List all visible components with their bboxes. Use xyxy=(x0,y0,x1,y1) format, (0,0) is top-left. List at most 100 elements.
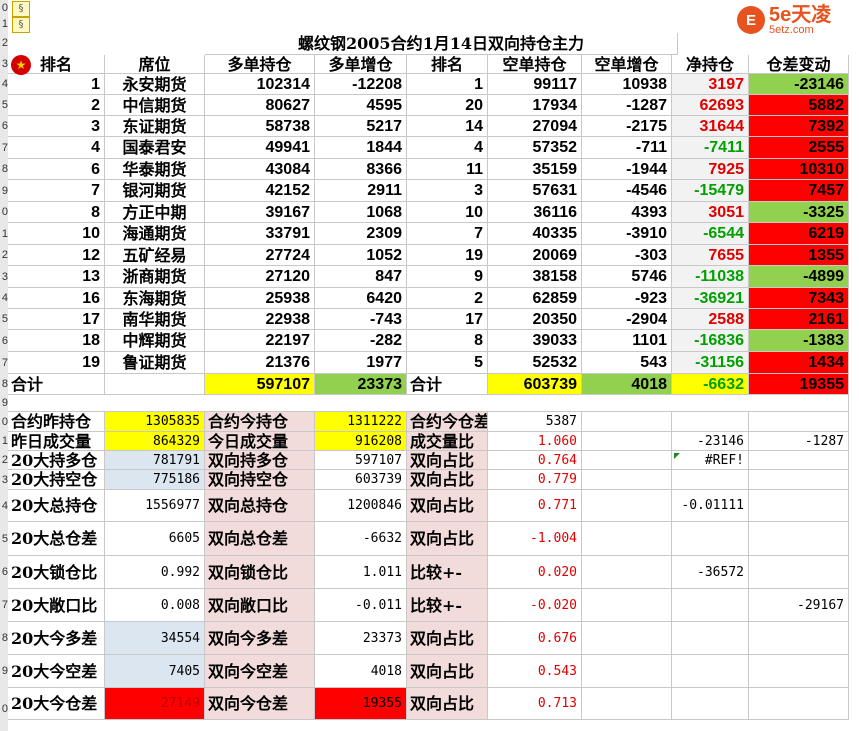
table-cell-srank[interactable]: 1 xyxy=(407,74,488,95)
column-header[interactable]: 多单持仓 xyxy=(205,55,315,74)
stat-extra-1[interactable] xyxy=(652,470,749,490)
stat-extra-1[interactable] xyxy=(652,589,749,622)
table-cell-long[interactable]: 33791 xyxy=(205,223,315,245)
column-header[interactable]: 空单持仓 xyxy=(488,55,582,74)
table-cell-rank[interactable]: 13 xyxy=(8,266,105,288)
table-cell-long_chg[interactable]: 4595 xyxy=(315,95,407,116)
stat-extra-2[interactable] xyxy=(749,655,849,688)
table-cell-srank[interactable]: 2 xyxy=(407,288,488,309)
table-cell-net[interactable]: 7655 xyxy=(672,245,749,266)
table-cell-long_chg[interactable]: 5217 xyxy=(315,116,407,137)
stat-value-c[interactable]: 0.779 xyxy=(488,470,582,490)
table-cell-seat[interactable]: 中信期货 xyxy=(105,95,205,116)
table-cell-short[interactable]: 57631 xyxy=(488,180,582,202)
table-cell-short_chg[interactable]: -2904 xyxy=(582,309,672,330)
stat-value-c[interactable]: -0.020 xyxy=(488,589,582,622)
table-cell-diff[interactable]: -4899 xyxy=(749,266,849,288)
table-cell-long[interactable]: 27724 xyxy=(205,245,315,266)
table-cell-short[interactable]: 52532 xyxy=(488,352,582,374)
table-cell-long[interactable]: 39167 xyxy=(205,202,315,223)
stat-value-a[interactable]: 1556977 xyxy=(105,490,205,522)
stat-extra-2[interactable] xyxy=(749,556,849,589)
table-cell-short[interactable]: 39033 xyxy=(488,330,582,352)
table-cell-long_chg[interactable]: -743 xyxy=(315,309,407,330)
table-cell-seat[interactable]: 华泰期货 xyxy=(105,159,205,180)
stat-extra-1[interactable] xyxy=(652,655,749,688)
stat-value-b[interactable]: 597107 xyxy=(315,451,407,470)
stat-label-c[interactable]: 双向占比 xyxy=(407,451,488,470)
stat-value-b[interactable]: 1311222 xyxy=(315,412,407,432)
table-cell-long[interactable]: 80627 xyxy=(205,95,315,116)
stat-value-c[interactable]: 0.020 xyxy=(488,556,582,589)
stat-label-b[interactable]: 双向持空仓 xyxy=(205,470,315,490)
table-cell-long_chg[interactable]: 1844 xyxy=(315,137,407,159)
table-cell-short_chg[interactable]: -4546 xyxy=(582,180,672,202)
table-cell-short[interactable]: 57352 xyxy=(488,137,582,159)
table-cell-srank[interactable]: 5 xyxy=(407,352,488,374)
stat-label-a[interactable]: 20大敞口比 xyxy=(8,589,105,622)
stat-label-c[interactable]: 双向占比 xyxy=(407,470,488,490)
table-cell-srank[interactable]: 17 xyxy=(407,309,488,330)
stat-extra-1[interactable]: -0.01111 xyxy=(652,490,749,522)
total-long[interactable]: 597107 xyxy=(205,374,315,395)
stat-label-b[interactable]: 双向持多仓 xyxy=(205,451,315,470)
table-cell-diff[interactable]: 1434 xyxy=(749,352,849,374)
table-cell-long_chg[interactable]: 2911 xyxy=(315,180,407,202)
table-cell-diff[interactable]: 7343 xyxy=(749,288,849,309)
stat-value-b[interactable]: -6632 xyxy=(315,522,407,556)
stat-extra-1[interactable] xyxy=(652,412,749,432)
table-cell-short_chg[interactable]: 5746 xyxy=(582,266,672,288)
stat-label-b[interactable]: 双向今多差 xyxy=(205,622,315,655)
table-cell-long[interactable]: 27120 xyxy=(205,266,315,288)
stat-value-c[interactable]: 1.060 xyxy=(488,432,582,451)
table-cell-seat[interactable]: 银河期货 xyxy=(105,180,205,202)
table-cell-diff[interactable]: -23146 xyxy=(749,74,849,95)
table-cell-long[interactable]: 25938 xyxy=(205,288,315,309)
table-cell-srank[interactable]: 11 xyxy=(407,159,488,180)
table-cell-srank[interactable]: 8 xyxy=(407,330,488,352)
table-cell-long_chg[interactable]: 1068 xyxy=(315,202,407,223)
table-cell-long_chg[interactable]: 6420 xyxy=(315,288,407,309)
table-cell-short_chg[interactable]: -3910 xyxy=(582,223,672,245)
stat-value-b[interactable]: 603739 xyxy=(315,470,407,490)
stat-label-b[interactable]: 双向敞口比 xyxy=(205,589,315,622)
stat-value-a[interactable]: 864329 xyxy=(105,432,205,451)
table-cell-long[interactable]: 49941 xyxy=(205,137,315,159)
table-cell-net[interactable]: 7925 xyxy=(672,159,749,180)
table-cell-rank[interactable]: 7 xyxy=(8,180,105,202)
stat-label-b[interactable]: 双向总仓差 xyxy=(205,522,315,556)
stat-extra-1[interactable] xyxy=(652,688,749,720)
table-cell-srank[interactable]: 4 xyxy=(407,137,488,159)
table-cell-diff[interactable]: 2161 xyxy=(749,309,849,330)
stat-value-a[interactable]: 27149 xyxy=(105,688,205,720)
stat-label-a[interactable]: 昨日成交量 xyxy=(8,432,105,451)
table-cell-rank[interactable]: 3 xyxy=(8,116,105,137)
total-short[interactable]: 603739 xyxy=(488,374,582,395)
table-cell-short_chg[interactable]: -923 xyxy=(582,288,672,309)
stat-extra-1[interactable]: #REF! xyxy=(652,451,749,470)
stat-extra-2[interactable] xyxy=(749,490,849,522)
table-cell-long[interactable]: 22197 xyxy=(205,330,315,352)
stat-extra-1[interactable] xyxy=(652,622,749,655)
table-cell-short_chg[interactable]: -711 xyxy=(582,137,672,159)
table-cell-diff[interactable]: -3325 xyxy=(749,202,849,223)
table-cell-net[interactable]: 2588 xyxy=(672,309,749,330)
table-cell-net[interactable]: -7411 xyxy=(672,137,749,159)
table-cell-rank[interactable]: 16 xyxy=(8,288,105,309)
stat-value-a[interactable]: 34554 xyxy=(105,622,205,655)
table-cell-diff[interactable]: 2555 xyxy=(749,137,849,159)
table-cell-short_chg[interactable]: -303 xyxy=(582,245,672,266)
table-cell-seat[interactable]: 五矿经易 xyxy=(105,245,205,266)
stat-label-a[interactable]: 20大持空仓 xyxy=(8,470,105,490)
total-diff[interactable]: 19355 xyxy=(749,374,849,395)
table-cell-net[interactable]: 3051 xyxy=(672,202,749,223)
table-cell-net[interactable]: 31644 xyxy=(672,116,749,137)
table-cell-rank[interactable]: 4 xyxy=(8,137,105,159)
total-short-chg[interactable]: 4018 xyxy=(582,374,672,395)
stat-label-a[interactable]: 20大今仓差 xyxy=(8,688,105,720)
table-cell-short_chg[interactable]: -1944 xyxy=(582,159,672,180)
stat-label-b[interactable]: 双向锁仓比 xyxy=(205,556,315,589)
table-cell-diff[interactable]: 10310 xyxy=(749,159,849,180)
table-cell-short[interactable]: 99117 xyxy=(488,74,582,95)
table-cell-seat[interactable]: 东海期货 xyxy=(105,288,205,309)
